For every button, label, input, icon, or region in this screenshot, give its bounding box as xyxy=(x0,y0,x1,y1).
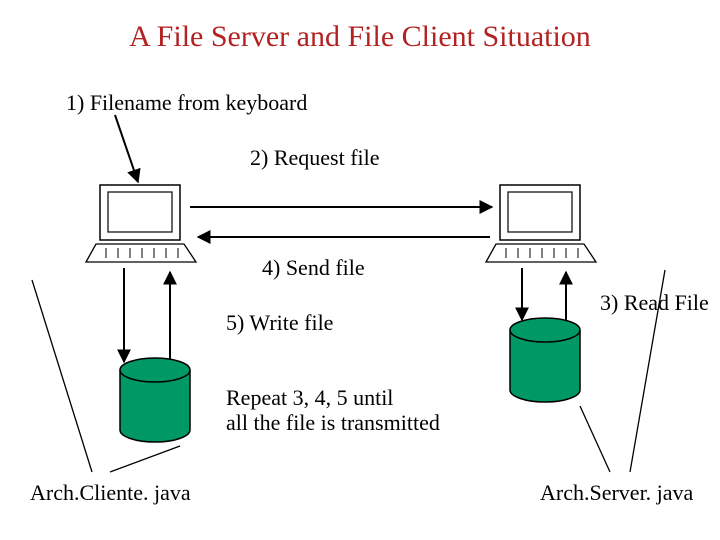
server-bracket-left xyxy=(580,406,610,472)
server-disk-icon xyxy=(510,318,580,402)
client-bracket-right xyxy=(110,446,180,472)
client-computer-icon xyxy=(86,185,196,262)
server-computer-icon xyxy=(486,185,596,262)
server-bracket-right xyxy=(630,270,665,472)
diagram-canvas xyxy=(0,0,720,540)
arrow-step1 xyxy=(115,115,138,182)
client-disk-icon xyxy=(120,358,190,442)
client-bracket-left xyxy=(32,280,92,472)
